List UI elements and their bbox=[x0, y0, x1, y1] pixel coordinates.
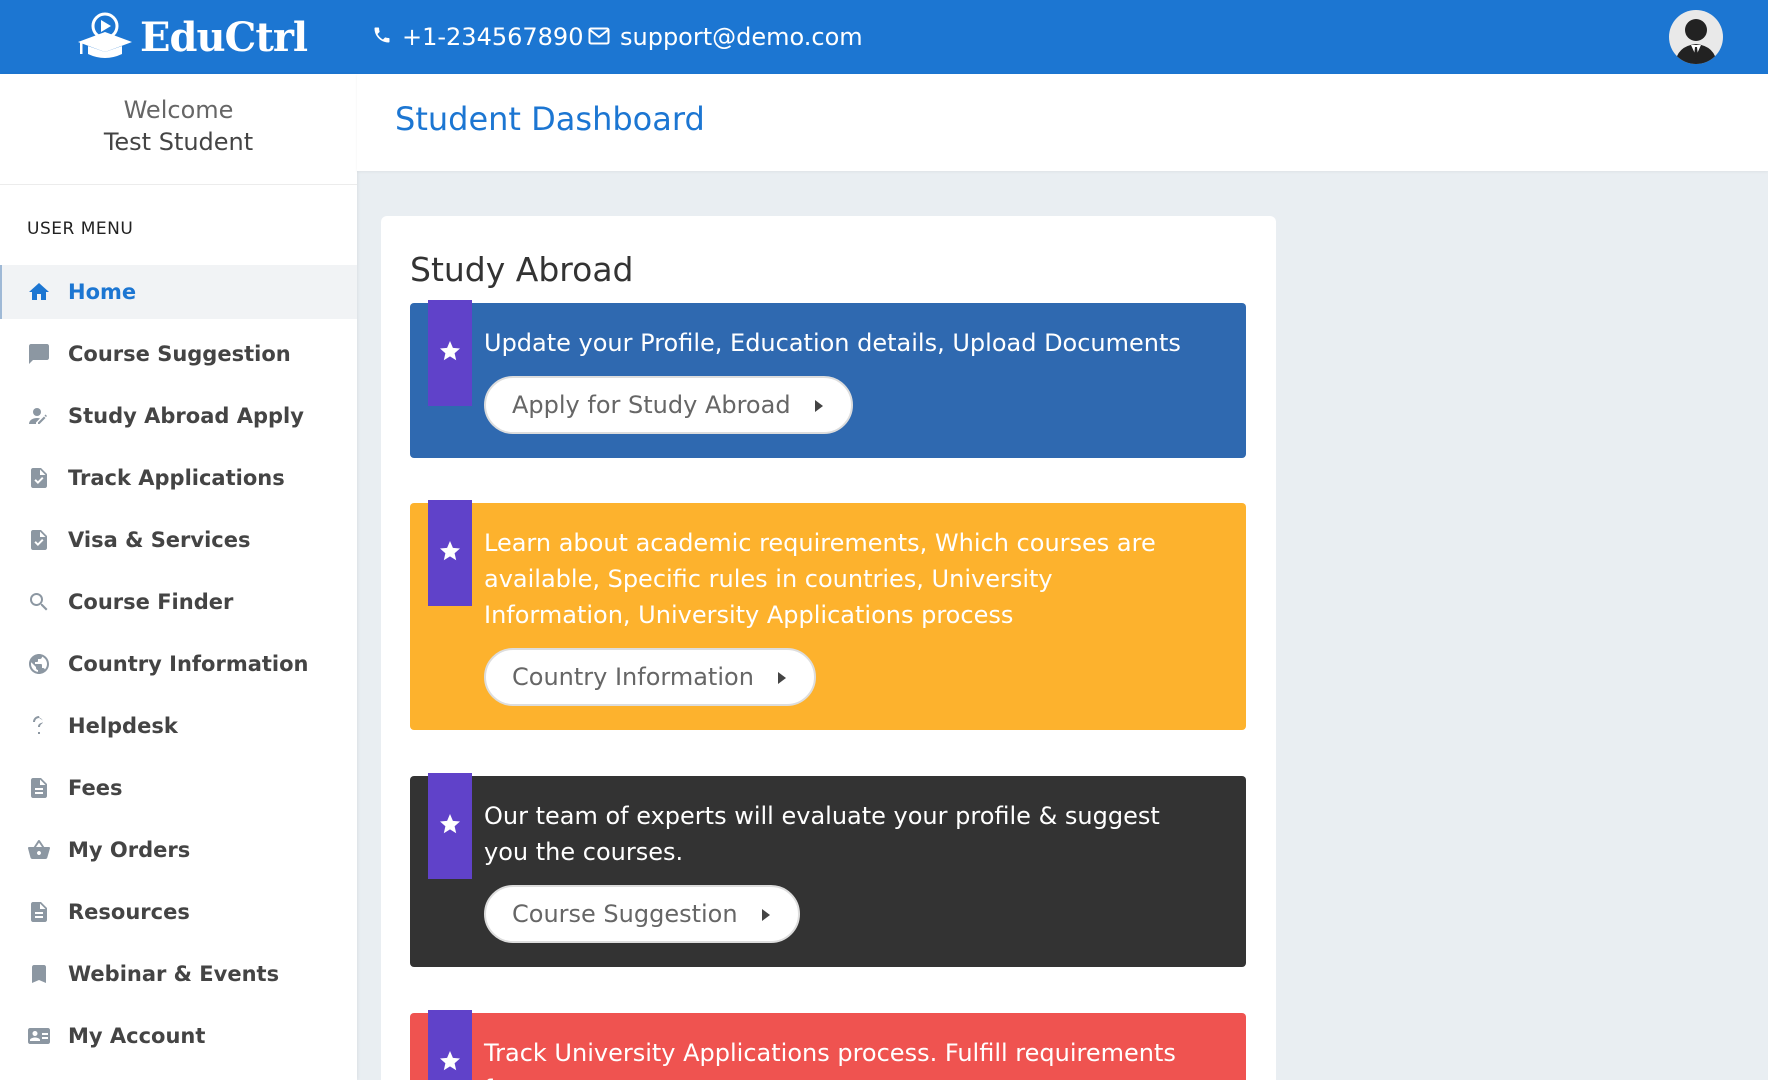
panel-text: Update your Profile, Education details, … bbox=[484, 329, 1181, 357]
sidebar-item-resources[interactable]: Resources bbox=[0, 885, 357, 939]
globe-icon bbox=[26, 651, 52, 677]
sidebar-item-helpdesk[interactable]: Helpdesk bbox=[0, 699, 357, 753]
sidebar-item-track-applications[interactable]: Track Applications bbox=[0, 451, 357, 505]
document-check-icon bbox=[26, 465, 52, 491]
phone-number: +1-234567890 bbox=[402, 23, 584, 51]
sidebar-item-label: Visa & Services bbox=[68, 528, 251, 552]
sidebar-item-label: Country Information bbox=[68, 652, 309, 676]
sidebar-item-course-finder[interactable]: Course Finder bbox=[0, 575, 357, 629]
phone-icon bbox=[372, 23, 392, 51]
id-card-icon bbox=[26, 1023, 52, 1049]
sidebar-item-fees[interactable]: Fees bbox=[0, 761, 357, 815]
page-title: Student Dashboard bbox=[395, 100, 705, 138]
welcome-label: Welcome bbox=[123, 96, 234, 124]
caret-right-icon bbox=[813, 391, 825, 419]
content-header: Student Dashboard bbox=[357, 74, 1768, 171]
card-title: Study Abroad bbox=[410, 250, 634, 289]
sidebar-item-label: Study Abroad Apply bbox=[68, 404, 304, 428]
sidebar-item-course-suggestion[interactable]: Course Suggestion bbox=[0, 327, 357, 381]
sidebar-item-label: Track Applications bbox=[68, 466, 285, 490]
top-bar: EduCtrl +1-234567890 support@demo.com bbox=[0, 0, 1768, 74]
course-suggestion-button[interactable]: Course Suggestion bbox=[484, 885, 800, 943]
sidebar: Welcome Test Student USER MENU Home Cour… bbox=[0, 74, 357, 1080]
course-suggestion-panel: Our team of experts will evaluate your p… bbox=[410, 773, 1246, 967]
contact-email[interactable]: support@demo.com bbox=[588, 0, 863, 74]
panel-text: Track University Applications process. F… bbox=[484, 1039, 1176, 1080]
chat-icon bbox=[26, 341, 52, 367]
welcome-box: Welcome Test Student bbox=[0, 74, 357, 185]
contact-phone[interactable]: +1-234567890 bbox=[372, 0, 583, 74]
button-label: Course Suggestion bbox=[512, 900, 738, 928]
apply-study-abroad-button[interactable]: Apply for Study Abroad bbox=[484, 376, 853, 434]
user-avatar-icon[interactable] bbox=[1669, 10, 1723, 64]
search-icon bbox=[26, 589, 52, 615]
caret-right-icon bbox=[760, 900, 772, 928]
sidebar-item-label: My Orders bbox=[68, 838, 191, 862]
panel-text: Our team of experts will evaluate your p… bbox=[484, 802, 1160, 866]
email-address: support@demo.com bbox=[620, 23, 863, 51]
track-applications-panel: Track University Applications process. F… bbox=[410, 1010, 1246, 1080]
home-icon bbox=[26, 279, 52, 305]
study-abroad-card: Study Abroad Update your Profile, Educat… bbox=[381, 216, 1276, 1080]
button-label: Country Information bbox=[512, 663, 754, 691]
sidebar-item-my-orders[interactable]: My Orders bbox=[0, 823, 357, 877]
graduation-cap-play-icon bbox=[76, 10, 134, 64]
star-icon bbox=[438, 339, 462, 367]
bookmark-icon bbox=[26, 961, 52, 987]
ribbon bbox=[428, 1010, 472, 1080]
caret-right-icon bbox=[776, 663, 788, 691]
sidebar-item-visa-services[interactable]: Visa & Services bbox=[0, 513, 357, 567]
sidebar-item-webinar-events[interactable]: Webinar & Events bbox=[0, 947, 357, 1001]
sidebar-item-study-abroad-apply[interactable]: Study Abroad Apply bbox=[0, 389, 357, 443]
ribbon bbox=[428, 300, 472, 406]
brand-name: EduCtrl bbox=[140, 13, 308, 61]
profile-panel: Update your Profile, Education details, … bbox=[410, 300, 1246, 458]
country-info-panel: Learn about academic requirements, Which… bbox=[410, 500, 1246, 730]
document-check-icon bbox=[26, 527, 52, 553]
sidebar-item-label: Course Finder bbox=[68, 590, 234, 614]
sidebar-item-label: Resources bbox=[68, 900, 190, 924]
ribbon bbox=[428, 500, 472, 606]
star-icon bbox=[438, 1049, 462, 1077]
country-information-button[interactable]: Country Information bbox=[484, 648, 816, 706]
document-icon bbox=[26, 899, 52, 925]
panel-text: Learn about academic requirements, Which… bbox=[484, 529, 1156, 629]
mail-icon bbox=[588, 23, 610, 51]
star-icon bbox=[438, 539, 462, 567]
sidebar-item-label: Helpdesk bbox=[68, 714, 178, 738]
sidebar-item-label: My Account bbox=[68, 1024, 206, 1048]
user-edit-icon bbox=[26, 403, 52, 429]
basket-icon bbox=[26, 837, 52, 863]
sidebar-item-label: Course Suggestion bbox=[68, 342, 291, 366]
button-label: Apply for Study Abroad bbox=[512, 391, 791, 419]
welcome-user-name: Test Student bbox=[103, 128, 254, 156]
sidebar-item-label: Fees bbox=[68, 776, 123, 800]
sidebar-item-label: Home bbox=[68, 280, 137, 304]
star-icon bbox=[438, 812, 462, 840]
document-icon bbox=[26, 775, 52, 801]
question-icon bbox=[26, 713, 52, 739]
ribbon bbox=[428, 773, 472, 879]
sidebar-item-my-account[interactable]: My Account bbox=[0, 1009, 357, 1063]
user-menu-title: USER MENU bbox=[27, 219, 134, 239]
brand-logo[interactable]: EduCtrl bbox=[76, 10, 308, 64]
sidebar-item-label: Webinar & Events bbox=[68, 962, 280, 986]
sidebar-item-home[interactable]: Home bbox=[0, 265, 357, 319]
sidebar-item-country-information[interactable]: Country Information bbox=[0, 637, 357, 691]
